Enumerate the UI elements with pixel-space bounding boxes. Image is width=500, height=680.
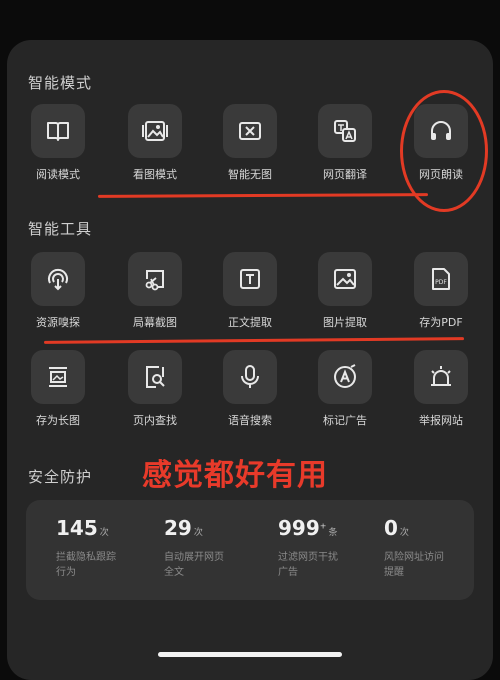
tile-report-site[interactable]: 举报网站 <box>396 350 486 428</box>
tile-gallery-mode[interactable]: 看图模式 <box>110 104 200 182</box>
stat-desc: 拦截隐私跟踪行为 <box>56 552 116 578</box>
tile-long-image[interactable]: 存为长图 <box>13 350 103 428</box>
stat-value: 29 <box>164 516 192 540</box>
tile-label: 页内查找 <box>133 414 177 427</box>
security-stats-card: 145 次 拦截隐私跟踪行为 29 次 自动展开网页全文 999+条 过滤网页干扰广… <box>26 500 474 600</box>
section-title-smart-mode: 智能模式 <box>28 74 93 92</box>
alarm-icon <box>414 350 468 404</box>
tile-find-in-page[interactable]: 页内查找 <box>110 350 200 428</box>
tile-image-extract[interactable]: 图片提取 <box>300 252 390 330</box>
stat-unit: 次 <box>399 528 409 538</box>
stat-value: 999 <box>278 516 320 540</box>
tile-label: 举报网站 <box>419 414 463 427</box>
microphone-icon <box>223 350 277 404</box>
stat-desc: 过滤网页干扰广告 <box>278 552 338 578</box>
stat-unit: 次 <box>193 528 203 538</box>
home-indicator[interactable] <box>158 652 342 657</box>
mark-ad-icon <box>318 350 372 404</box>
tile-label: 资源嗅探 <box>36 316 80 329</box>
tile-label: 看图模式 <box>133 168 177 181</box>
tile-text-extract[interactable]: 正文提取 <box>205 252 295 330</box>
tile-voice-search[interactable]: 语音搜索 <box>205 350 295 428</box>
section-title-smart-tools: 智能工具 <box>28 220 93 238</box>
tile-translate[interactable]: 网页翻译 <box>300 104 390 182</box>
no-image-icon <box>223 104 277 158</box>
tile-label: 局幕截图 <box>133 316 177 329</box>
svg-text:PDF: PDF <box>435 279 447 286</box>
stat-desc: 自动展开网页全文 <box>164 552 224 578</box>
tile-mark-ad[interactable]: 标记广告 <box>300 350 390 428</box>
overlay-caption: 感觉都好有用 <box>142 458 328 493</box>
tile-label: 智能无图 <box>228 168 272 181</box>
tile-label: 语音搜索 <box>228 414 272 427</box>
stat-sup: + <box>319 521 327 531</box>
text-extract-icon <box>223 252 277 306</box>
sniff-icon <box>31 252 85 306</box>
stat-unit: 条 <box>328 528 338 538</box>
stat-risk-url: 0次 风险网址访问提醒 <box>384 516 484 580</box>
tile-label: 标记广告 <box>323 414 367 427</box>
translate-icon <box>318 104 372 158</box>
tile-label: 图片提取 <box>323 316 367 329</box>
screenshot-icon <box>128 252 182 306</box>
tile-screenshot[interactable]: 局幕截图 <box>110 252 200 330</box>
tile-no-image[interactable]: 智能无图 <box>205 104 295 182</box>
pdf-icon: PDF <box>414 252 468 306</box>
tile-label: 正文提取 <box>228 316 272 329</box>
tile-resource-sniff[interactable]: 资源嗅探 <box>13 252 103 330</box>
stat-ads-filtered: 999+条 过滤网页干扰广告 <box>278 516 378 580</box>
tile-save-pdf[interactable]: PDF 存为PDF <box>396 252 486 330</box>
stat-value: 145 <box>56 516 98 540</box>
long-image-icon <box>31 350 85 404</box>
stat-desc: 风险网址访问提醒 <box>384 552 444 578</box>
gallery-icon <box>128 104 182 158</box>
tile-label: 存为长图 <box>36 414 80 427</box>
stat-unit: 次 <box>99 528 109 538</box>
image-extract-icon <box>318 252 372 306</box>
tile-label: 阅读模式 <box>36 168 80 181</box>
tile-label: 网页翻译 <box>323 168 367 181</box>
tile-label: 存为PDF <box>419 316 463 329</box>
stat-privacy-tracking: 145 次 拦截隐私跟踪行为 <box>56 516 156 580</box>
stat-expand-fulltext: 29 次 自动展开网页全文 <box>164 516 264 580</box>
stat-value: 0 <box>384 516 398 540</box>
book-icon <box>31 104 85 158</box>
tile-reading-mode[interactable]: 阅读模式 <box>13 104 103 182</box>
find-in-page-icon <box>128 350 182 404</box>
section-title-security: 安全防护 <box>28 468 93 486</box>
